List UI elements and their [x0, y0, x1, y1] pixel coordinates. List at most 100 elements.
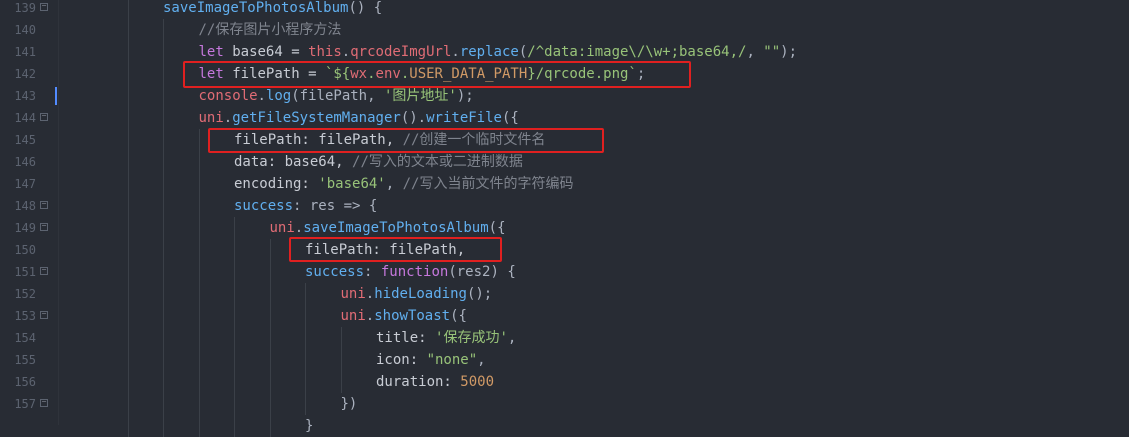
code-token: .	[451, 44, 460, 60]
code-token: success	[234, 198, 294, 214]
line-number: 145	[14, 133, 36, 147]
indent-guide	[127, 85, 129, 107]
fold-toggle-icon[interactable]	[40, 3, 48, 11]
code-line[interactable]: 140 //保存图片小程序方法	[0, 19, 1129, 41]
line-number: 149	[14, 221, 36, 235]
code-line[interactable]: 156 duration: 5000	[0, 371, 1129, 393]
code-text: let base64 = this.qrcodeImgUrl.replace(/…	[199, 41, 798, 63]
code-token: saveImageToPhotosAlbum	[163, 0, 349, 16]
code-line[interactable]: 157})	[0, 393, 1129, 415]
indent-guide	[269, 283, 271, 305]
code-token: 5000	[460, 374, 495, 390]
fold-toggle-icon[interactable]	[40, 113, 48, 121]
indent-guide	[127, 261, 129, 283]
indent-guide	[163, 283, 164, 305]
code-line[interactable]: 139 saveImageToPhotosAlbum() {	[0, 0, 1129, 19]
code-token: .	[367, 66, 376, 82]
code-line[interactable]: 146 data: base64, //写入的文本或二进制数据	[0, 151, 1129, 173]
code-token: ({	[488, 220, 506, 236]
code-line[interactable]: 142 let filePath = `${wx.env.USER_DATA_PA…	[0, 63, 1129, 85]
code-line[interactable]: }	[0, 415, 1129, 437]
indent-guide	[127, 151, 129, 173]
code-token: saveImageToPhotosAlbum	[303, 220, 489, 236]
line-number: 147	[14, 177, 36, 191]
indent-guide	[127, 239, 129, 261]
indent-guide	[234, 283, 235, 305]
code-line[interactable]: 145 filePath: filePath, //创建一个临时文件名	[0, 129, 1129, 151]
code-token: icon:	[376, 352, 427, 368]
code-token: log	[265, 88, 292, 104]
indent-guide	[234, 327, 235, 349]
code-token: uni	[340, 308, 366, 324]
code-token: .	[257, 88, 266, 104]
code-text: filePath: filePath,	[305, 239, 465, 261]
indent-guide	[163, 415, 164, 437]
indent-guide	[234, 217, 235, 239]
fold-toggle-icon[interactable]	[40, 311, 48, 319]
indent-guide	[127, 63, 129, 85]
code-line[interactable]: 154 title: '保存成功',	[0, 327, 1129, 349]
fold-toggle-icon[interactable]	[40, 201, 48, 209]
indent-guide	[234, 371, 235, 393]
code-line[interactable]: 144 uni.getFileSystemManager().writeFile(…	[0, 107, 1129, 129]
fold-toggle-icon[interactable]	[40, 399, 48, 407]
line-number: 151	[14, 265, 36, 279]
line-number: 146	[14, 155, 36, 169]
indent-guide	[127, 41, 129, 63]
code-token: filePath =	[232, 66, 325, 82]
code-line[interactable]: 152 uni.hideLoading();	[0, 283, 1129, 305]
code-line[interactable]: 151 success: function(res2) {	[0, 261, 1129, 283]
indent-guide	[198, 305, 200, 327]
code-token: ;	[636, 66, 646, 82]
code-token: ""	[763, 44, 781, 60]
indent-guide	[234, 415, 235, 437]
line-number: 140	[14, 23, 36, 37]
indent-guide	[163, 63, 164, 85]
code-token: ({	[501, 110, 519, 126]
line-number: 139	[14, 1, 36, 15]
code-editor[interactable]: 139 saveImageToPhotosAlbum() {140//保存图片小程…	[0, 0, 1129, 437]
code-line[interactable]: 143 console.log(filePath, '图片地址');	[0, 85, 1129, 107]
code-text: }	[305, 415, 313, 437]
indent-guide	[198, 151, 200, 173]
indent-guide	[163, 85, 164, 107]
fold-toggle-icon[interactable]	[40, 223, 48, 231]
code-text: encoding: 'base64', //写入当前文件的字符编码	[234, 173, 573, 195]
code-line[interactable]: 150 filePath: filePath,	[0, 239, 1129, 261]
code-text: uni.showToast({	[341, 305, 467, 327]
indent-guide	[163, 173, 164, 195]
fold-toggle-icon[interactable]	[40, 267, 48, 275]
code-token: uni	[340, 286, 366, 302]
code-text: duration: 5000	[376, 371, 494, 393]
code-token: success	[305, 264, 365, 280]
code-token: //写入的文本或二进制数据	[352, 154, 523, 170]
code-line[interactable]: 147 encoding: 'base64', //写入当前文件的字符编码	[0, 173, 1129, 195]
code-token: qrcodeImgUrl	[350, 44, 452, 60]
line-number: 148	[14, 199, 36, 213]
code-token: }/qrcode.png`	[527, 66, 637, 82]
code-text: uni.saveImageToPhotosAlbum({	[270, 217, 506, 239]
indent-guide	[198, 327, 200, 349]
indent-guide	[127, 327, 129, 349]
code-text: saveImageToPhotosAlbum() {	[163, 0, 382, 19]
indent-guide	[234, 305, 235, 327]
code-line[interactable]: 153 uni.showToast({	[0, 305, 1129, 327]
indent-guide	[127, 0, 129, 19]
code-token: : res => {	[293, 198, 378, 214]
code-line[interactable]: 148 success: res => {	[0, 195, 1129, 217]
line-number: 157	[14, 397, 36, 411]
indent-guide	[163, 41, 164, 63]
code-token: (res2) {	[448, 264, 516, 280]
code-token: filePath: filePath,	[305, 242, 466, 258]
indent-guide	[127, 129, 129, 151]
line-number: 141	[14, 45, 36, 59]
indent-guide	[163, 239, 164, 261]
code-line[interactable]: 141 let base64 = this.qrcodeImgUrl.replac…	[0, 41, 1129, 63]
indent-guide	[163, 195, 164, 217]
indent-guide	[127, 217, 129, 239]
indent-guide	[340, 327, 342, 349]
code-line[interactable]: 149 uni.saveImageToPhotosAlbum({	[0, 217, 1129, 239]
code-token: .	[223, 110, 233, 126]
indent-guide	[305, 305, 306, 327]
code-line[interactable]: 155 icon: "none",	[0, 349, 1129, 371]
